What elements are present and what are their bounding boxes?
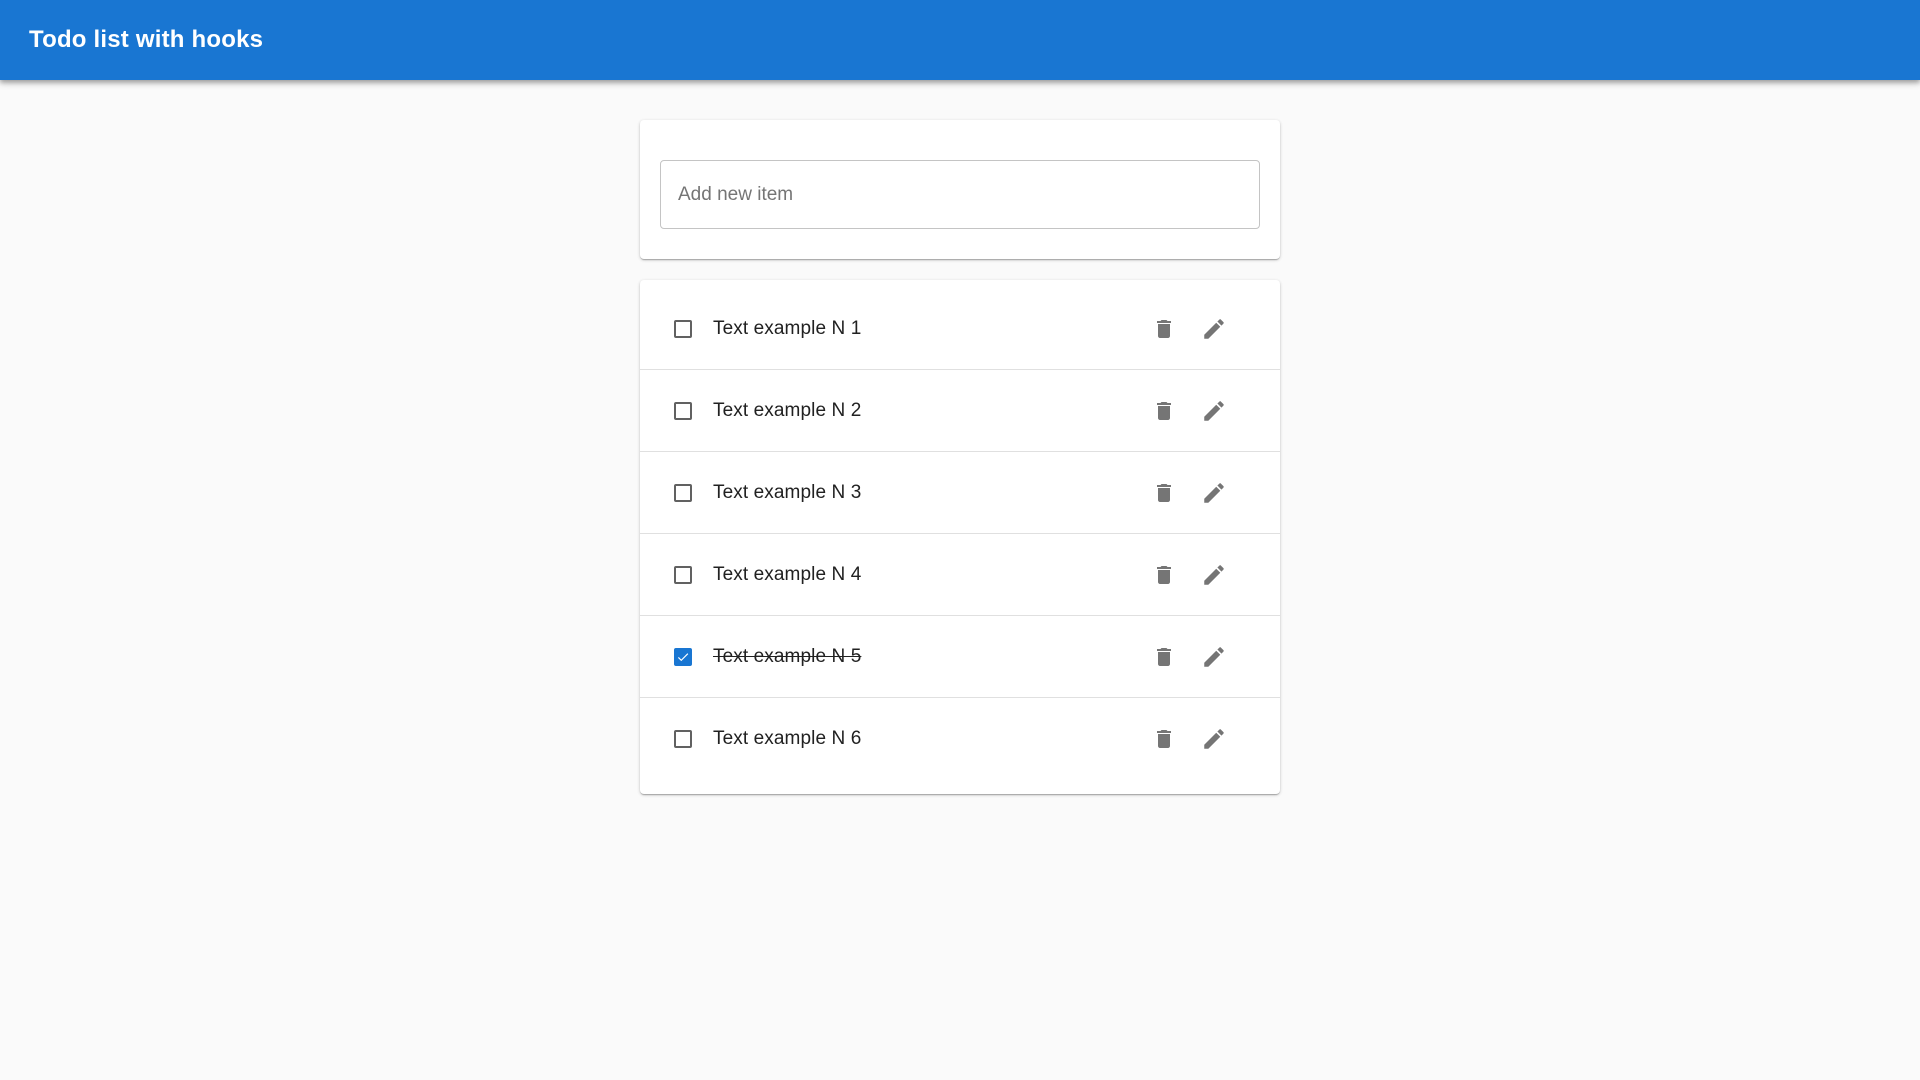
trash-icon bbox=[1157, 319, 1171, 338]
trash-icon bbox=[1157, 401, 1171, 420]
todo-checkbox[interactable] bbox=[674, 565, 692, 584]
edit-button[interactable] bbox=[1194, 719, 1234, 759]
todo-list-card: Text example N 1 Text example N 2 Text e… bbox=[640, 280, 1280, 794]
pencil-icon bbox=[1204, 482, 1224, 503]
delete-button[interactable] bbox=[1144, 555, 1184, 595]
todo-checkbox[interactable] bbox=[674, 647, 692, 666]
check-icon bbox=[677, 652, 689, 661]
app-bar: Todo list with hooks bbox=[0, 0, 1920, 80]
todo-text: Text example N 2 bbox=[713, 399, 862, 421]
todo-checkbox[interactable] bbox=[674, 401, 692, 420]
delete-button[interactable] bbox=[1144, 637, 1184, 677]
todo-text: Text example N 4 bbox=[713, 563, 862, 585]
pencil-icon bbox=[1204, 400, 1224, 421]
trash-icon bbox=[1157, 730, 1171, 748]
trash-icon bbox=[1157, 565, 1171, 584]
edit-button[interactable] bbox=[1194, 637, 1234, 677]
app-title: Todo list with hooks bbox=[29, 26, 264, 53]
trash-icon bbox=[1157, 647, 1171, 666]
todo-text: Text example N 3 bbox=[713, 481, 862, 503]
delete-button[interactable] bbox=[1144, 309, 1184, 349]
todo-item: Text example N 6 bbox=[640, 698, 1280, 780]
todo-checkbox[interactable] bbox=[674, 319, 692, 338]
todo-item: Text example N 2 bbox=[640, 370, 1280, 452]
todo-checkbox[interactable] bbox=[674, 730, 692, 748]
pencil-icon bbox=[1204, 646, 1224, 667]
todo-checkbox[interactable] bbox=[674, 483, 692, 502]
delete-button[interactable] bbox=[1144, 473, 1184, 513]
edit-button[interactable] bbox=[1194, 555, 1234, 595]
delete-button[interactable] bbox=[1144, 719, 1184, 759]
pencil-icon bbox=[1204, 729, 1224, 749]
todo-text: Text example N 1 bbox=[713, 317, 862, 339]
edit-button[interactable] bbox=[1194, 309, 1234, 349]
delete-button[interactable] bbox=[1144, 391, 1184, 431]
todo-item: Text example N 5 bbox=[640, 616, 1280, 698]
add-item-input[interactable] bbox=[660, 160, 1260, 229]
add-item-card bbox=[640, 120, 1280, 259]
todo-item: Text example N 4 bbox=[640, 534, 1280, 616]
todo-item: Text example N 1 bbox=[640, 288, 1280, 370]
edit-button[interactable] bbox=[1194, 473, 1234, 513]
todo-text: Text example N 5 bbox=[713, 645, 862, 667]
todo-list: Text example N 1 Text example N 2 Text e… bbox=[640, 288, 1280, 780]
edit-button[interactable] bbox=[1194, 391, 1234, 431]
pencil-icon bbox=[1204, 318, 1224, 339]
trash-icon bbox=[1157, 483, 1171, 502]
todo-text: Text example N 6 bbox=[713, 728, 862, 749]
todo-item: Text example N 3 bbox=[640, 452, 1280, 534]
pencil-icon bbox=[1204, 564, 1224, 585]
